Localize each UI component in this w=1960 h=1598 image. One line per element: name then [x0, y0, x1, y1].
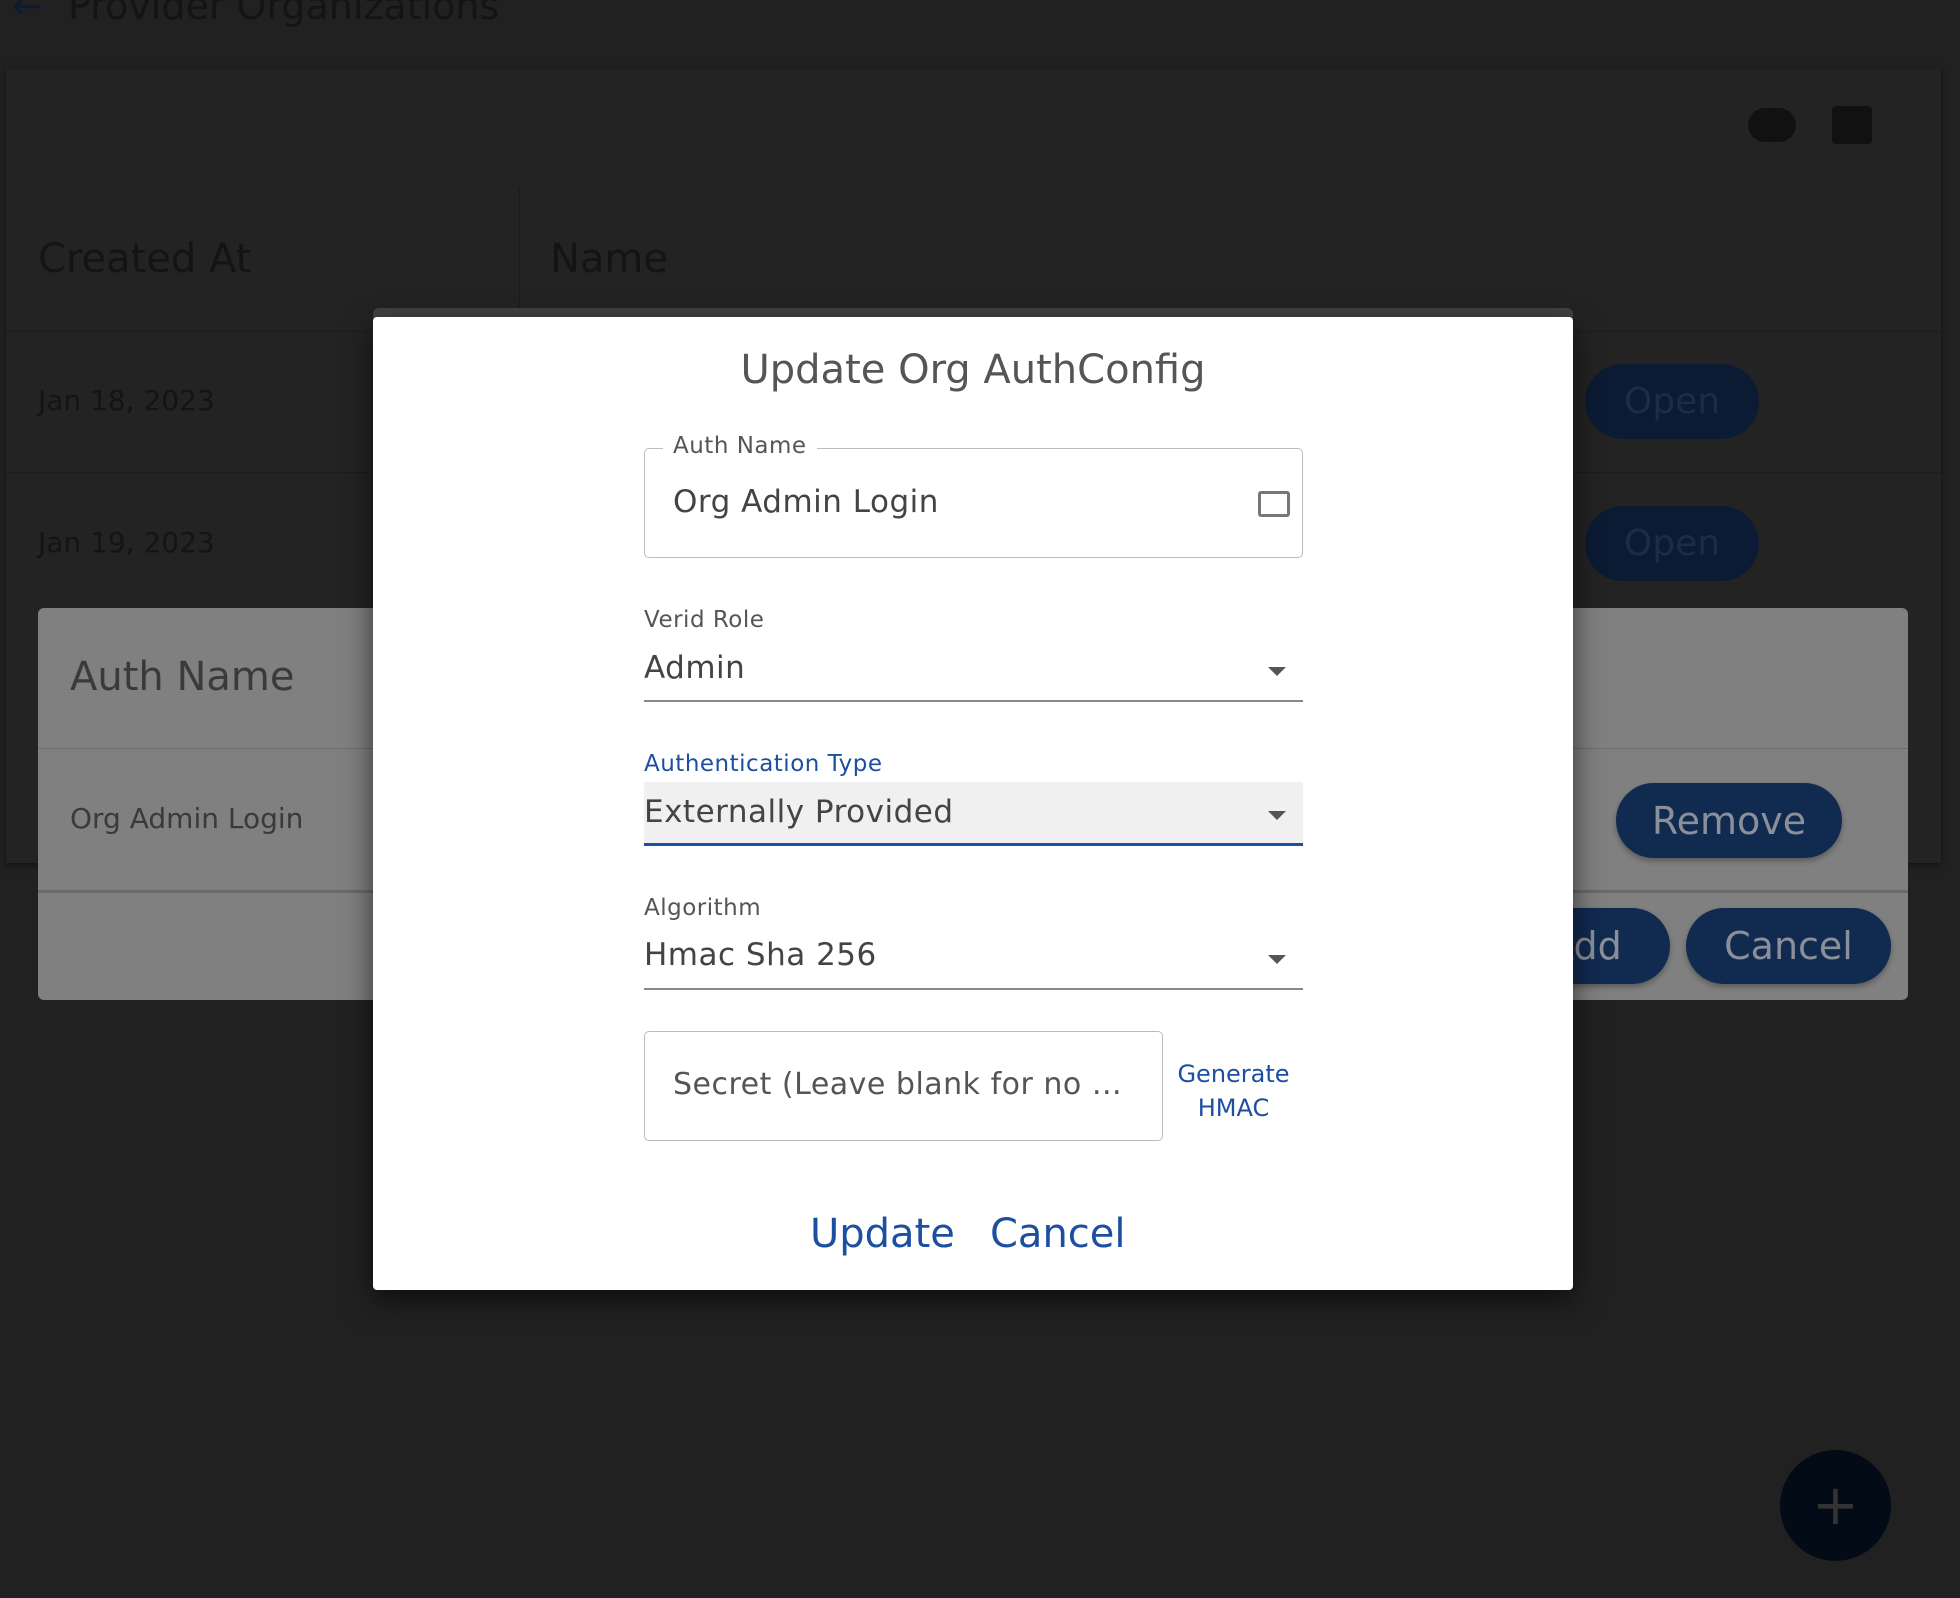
chevron-down-icon[interactable] [1268, 955, 1286, 964]
generate-hmac-line2: HMAC [1197, 1094, 1270, 1122]
auth-row-name: Org Admin Login [70, 802, 304, 835]
back-arrow-icon[interactable]: ← [12, 0, 42, 27]
column-header-name[interactable]: Name [550, 236, 668, 282]
add-fab-button[interactable]: + [1780, 1450, 1891, 1561]
generate-hmac-line1: Generate [1177, 1060, 1290, 1088]
algorithm-underline [644, 988, 1303, 990]
print-icon[interactable] [1832, 106, 1872, 144]
dialog-title: Update Org AuthConfig [740, 347, 1206, 393]
auth-type-label: Authentication Type [644, 751, 883, 777]
verid-role-select[interactable]: Admin [644, 650, 745, 686]
verid-role-label: Verid Role [644, 607, 765, 633]
auth-type-select[interactable]: Externally Provided [644, 794, 954, 830]
auth-name-field[interactable]: Auth Name Org Admin Login [644, 433, 1303, 558]
secret-placeholder: Secret (Leave blank for no … [673, 1067, 1123, 1102]
auth-name-label: Auth Name [663, 433, 817, 459]
auth-name-value[interactable]: Org Admin Login [673, 484, 939, 520]
contact-card-icon [1258, 491, 1290, 517]
table-row-created-at: Jan 19, 2023 [38, 526, 215, 559]
column-header-created-at[interactable]: Created At [38, 236, 251, 282]
auth-type-underline [644, 843, 1303, 846]
update-authconfig-dialog: Update Org AuthConfig Auth Name Org Admi… [373, 317, 1573, 1290]
chevron-down-icon[interactable] [1268, 667, 1286, 676]
generate-hmac-link[interactable]: Generate HMAC [1171, 1057, 1296, 1125]
page-title: Provider Organizations [68, 0, 500, 28]
algorithm-select[interactable]: Hmac Sha 256 [644, 937, 877, 973]
table-row-created-at: Jan 18, 2023 [38, 384, 215, 417]
chevron-down-icon[interactable] [1268, 811, 1286, 820]
cancel-button[interactable]: Cancel [1686, 908, 1891, 984]
remove-button[interactable]: Remove [1616, 783, 1842, 858]
algorithm-label: Algorithm [644, 895, 762, 921]
update-button[interactable]: Update [810, 1211, 955, 1257]
dialog-cancel-button[interactable]: Cancel [990, 1211, 1126, 1257]
open-button[interactable]: Open [1585, 364, 1759, 439]
auth-name-column-header: Auth Name [70, 654, 295, 700]
secret-input[interactable]: Secret (Leave blank for no … [644, 1031, 1163, 1141]
cloud-download-icon[interactable] [1748, 108, 1796, 142]
verid-role-underline [644, 700, 1303, 702]
open-button[interactable]: Open [1585, 506, 1759, 581]
